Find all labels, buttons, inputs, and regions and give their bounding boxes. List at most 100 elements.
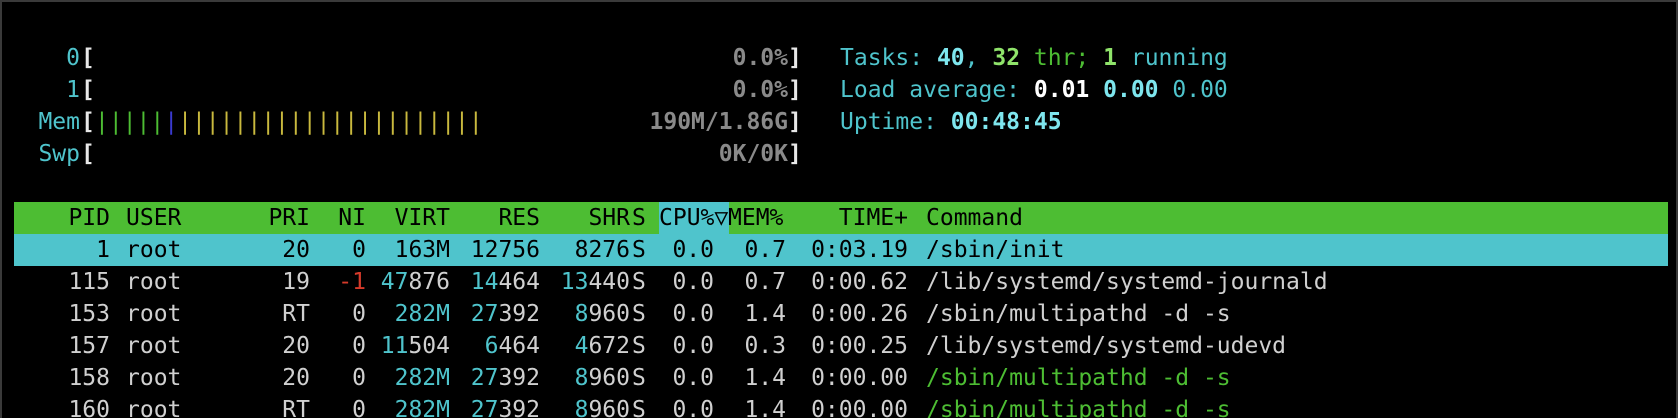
header-user[interactable]: USER — [126, 202, 181, 234]
row-cpu: 0.0 — [672, 365, 714, 391]
mem-bar-used: ||||| — [95, 109, 165, 135]
row-state: S — [632, 365, 646, 391]
row-virt: 47876 — [380, 269, 450, 295]
swp-close-bracket: ] — [788, 141, 802, 167]
header-mem[interactable]: MEM% — [728, 202, 783, 234]
mem-usage-bar: |||||||||||||||||||||||||||| — [95, 106, 483, 138]
row-res: 12756 — [470, 237, 540, 263]
swp-label: Swp — [38, 141, 80, 167]
row-ni: -1 — [338, 269, 366, 295]
swp-meter: Swp [ 0K/0K ] — [2, 138, 802, 170]
row-command-thread: /sbin/multipathd -d -s — [926, 365, 1231, 391]
mem-close-bracket: ] — [788, 109, 802, 135]
cpu0-meter: 0 [ 0.0% ] — [2, 42, 802, 74]
row-time: 0:00.62 — [811, 269, 908, 295]
cpu1-open-bracket: [ — [81, 77, 95, 103]
table-row[interactable]: 157 root 20 0 11504 6464 4672 S 0.0 0.3 … — [14, 330, 1668, 362]
header-cpu-sorted[interactable]: CPU%▽ — [659, 202, 729, 234]
row-user: root — [126, 397, 182, 418]
header-command[interactable]: Command — [926, 202, 1023, 234]
row-shr: 8960 — [574, 301, 630, 327]
table-row[interactable]: 115 root 19 -1 47876 14464 13440 S 0.0 0… — [14, 266, 1668, 298]
row-pri: RT — [282, 397, 310, 418]
row-pri: 19 — [282, 269, 310, 295]
row-ni: 0 — [352, 301, 366, 327]
uptime-label: Uptime: — [840, 109, 951, 135]
table-row[interactable]: 158 root 20 0 282M 27392 8960 S 0.0 1.4 … — [14, 362, 1668, 394]
load-average-label: Load average: — [840, 77, 1034, 103]
cpu1-meter: 1 [ 0.0% ] — [2, 74, 802, 106]
row-pid: 160 — [68, 397, 110, 418]
process-table-header: PID USER PRI NI VIRT RES SHR S CPU%▽ MEM… — [14, 202, 1668, 234]
mem-label: Mem — [38, 109, 80, 135]
table-row[interactable]: 153 root RT 0 282M 27392 8960 S 0.0 1.4 … — [14, 298, 1668, 330]
row-shr: 8276 — [574, 237, 630, 263]
row-time: 0:00.00 — [811, 397, 908, 418]
row-cpu: 0.0 — [672, 301, 714, 327]
row-command: /lib/systemd/systemd-udevd — [926, 333, 1287, 359]
row-mem: 1.4 — [744, 301, 786, 327]
row-ni: 0 — [352, 397, 366, 418]
row-state: S — [632, 301, 646, 327]
swp-value: 0K/0K — [718, 141, 788, 167]
header-time[interactable]: TIME+ — [804, 202, 908, 234]
row-shr: 4672 — [574, 333, 630, 359]
row-res: 27392 — [470, 397, 540, 418]
row-virt: 282M — [394, 365, 450, 391]
running-count: 1 — [1103, 45, 1117, 71]
row-state: S — [632, 333, 646, 359]
row-time: 0:00.26 — [811, 301, 908, 327]
row-virt: 282M — [394, 397, 450, 418]
cpu1-close-bracket: ] — [788, 77, 802, 103]
row-user: root — [126, 365, 182, 391]
header-shr[interactable]: SHR — [540, 202, 630, 234]
row-virt: 282M — [394, 301, 450, 327]
header-pid[interactable]: PID — [14, 202, 110, 234]
cpu0-close-bracket: ] — [788, 45, 802, 71]
row-virt: 11504 — [380, 333, 450, 359]
row-command-thread: /sbin/multipathd -d -s — [926, 397, 1231, 418]
cpu0-label: 0 — [66, 45, 80, 71]
row-shr: 13440 — [560, 269, 630, 295]
row-state: S — [632, 269, 646, 295]
row-command: /sbin/init — [926, 237, 1065, 263]
tasks-label: Tasks: — [840, 45, 937, 71]
row-pri: 20 — [282, 365, 310, 391]
mem-meter: Mem [ |||||||||||||||||||||||||||| 190M/… — [2, 106, 802, 138]
row-shr: 8960 — [574, 365, 630, 391]
row-time: 0:00.25 — [811, 333, 908, 359]
header-pri[interactable]: PRI — [244, 202, 310, 234]
load-average-summary: Load average: 0.01 0.00 0.00 — [840, 74, 1228, 106]
row-res: 14464 — [470, 269, 540, 295]
tasks-summary: Tasks: 40, 32 thr; 1 running — [840, 42, 1228, 74]
header-virt[interactable]: VIRT — [366, 202, 450, 234]
table-row-selected[interactable]: 1 root 20 0 163M 12756 8276 S 0.0 0.7 0:… — [14, 234, 1668, 266]
swp-open-bracket: [ — [81, 141, 95, 167]
header-res[interactable]: RES — [450, 202, 540, 234]
cpu0-value: 0.0% — [732, 45, 788, 71]
row-pid: 153 — [68, 301, 110, 327]
row-pri: 20 — [282, 237, 310, 263]
row-pid: 1 — [96, 237, 110, 263]
row-mem: 1.4 — [744, 397, 786, 418]
tasks-count: 40 — [936, 45, 965, 71]
cpu0-open-bracket: [ — [81, 45, 95, 71]
row-mem: 0.3 — [744, 333, 786, 359]
header-state[interactable]: S — [632, 202, 646, 234]
row-res: 27392 — [470, 365, 540, 391]
threads-count: 32 — [992, 45, 1021, 71]
row-cpu: 0.0 — [672, 333, 714, 359]
row-cpu: 0.0 — [672, 269, 714, 295]
table-row[interactable]: 160 root RT 0 282M 27392 8960 S 0.0 1.4 … — [14, 394, 1668, 418]
row-virt: 163M — [394, 237, 450, 263]
row-ni: 0 — [352, 237, 366, 263]
row-res: 6464 — [484, 333, 540, 359]
row-user: root — [126, 333, 182, 359]
row-mem: 0.7 — [744, 269, 786, 295]
row-pri: RT — [282, 301, 310, 327]
row-shr: 8960 — [574, 397, 630, 418]
header-ni[interactable]: NI — [314, 202, 366, 234]
row-command: /sbin/multipathd -d -s — [926, 301, 1231, 327]
row-pid: 157 — [68, 333, 110, 359]
row-mem: 0.7 — [744, 237, 786, 263]
